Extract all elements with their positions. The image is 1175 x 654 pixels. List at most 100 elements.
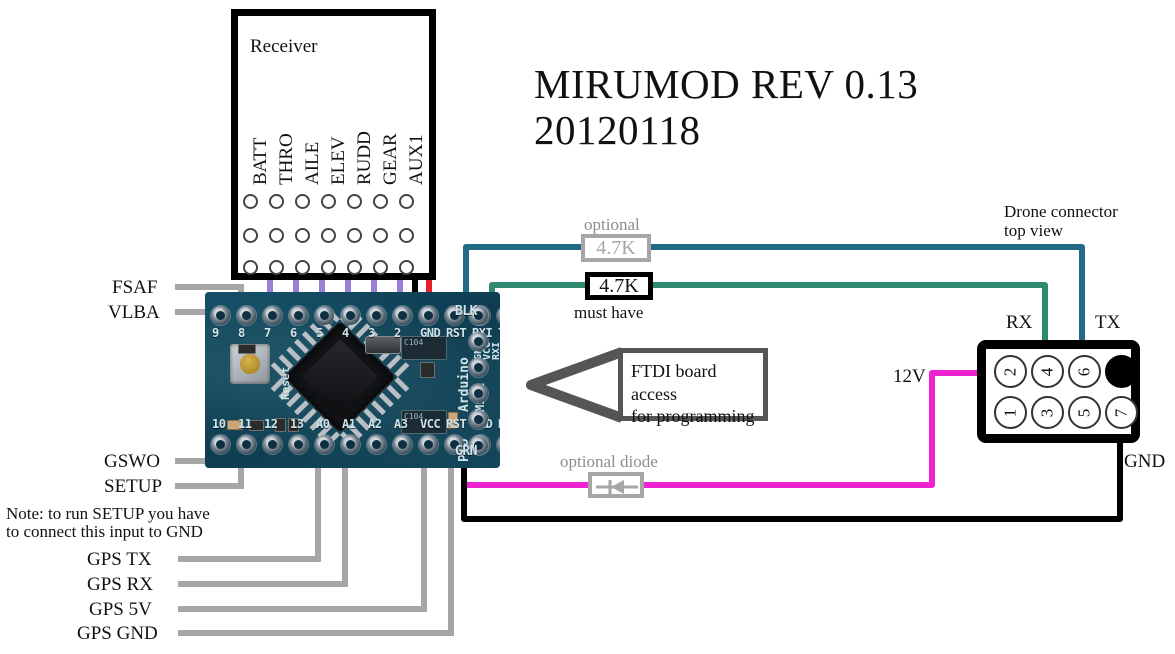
ftdi-header-pad[interactable] [469,332,488,351]
drone-pin-7[interactable]: 7 [1105,396,1138,429]
receiver-pin[interactable] [399,228,414,243]
receiver-pin[interactable] [295,260,310,275]
optional-resistor-value: 4.7K [596,236,636,259]
ftdi-callout-line2: for programming [631,406,755,426]
board-pad-bottom[interactable] [367,435,386,454]
board-pad-top[interactable] [289,306,308,325]
board-pad-bottom[interactable] [263,435,282,454]
page-title: MIRUMOD REV 0.13 [534,61,919,107]
board-pad-top[interactable] [263,306,282,325]
ftdi-header-pad[interactable] [469,384,488,403]
reset-silk-label: Reset [279,366,292,400]
receiver-pin[interactable] [373,260,388,275]
receiver-label: Receiver [250,36,318,57]
board-pad-bottom[interactable] [289,435,308,454]
receiver-channel-batt: BATT [250,137,271,186]
drone-pin-2[interactable]: 2 [994,355,1027,388]
board-pad-top[interactable] [315,306,334,325]
receiver-pin[interactable] [347,260,362,275]
ftdi-header-blk-label: BLK [455,304,477,319]
receiver-pin[interactable] [321,228,336,243]
receiver-pin[interactable] [347,228,362,243]
receiver-pin[interactable] [243,194,258,209]
board-pin-label-bottom: A0 [316,417,330,431]
receiver-channel-rudd: RUDD [354,131,375,185]
receiver-channel-aux1: AUX1 [406,134,427,185]
optional-diode [588,472,644,498]
smd-part [238,344,256,354]
board-pin-label-bottom: 10 [212,417,226,431]
receiver-pin[interactable] [295,194,310,209]
receiver-pin[interactable] [295,228,310,243]
board-pin-label-bottom: A2 [368,417,382,431]
drone-rx-label: RX [1006,312,1033,333]
drone-caption-line2: top view [1004,221,1064,240]
board-pad-bottom[interactable] [237,435,256,454]
label-gps-rx: GPS RX [87,574,153,595]
board-pin-label-top: 3 [368,326,375,340]
board-pin-label-top: 9 [212,326,219,340]
board-pad-bottom[interactable] [211,435,230,454]
board-pad-top[interactable] [393,306,412,325]
ftdi-callout-line1: FTDI board access [631,361,717,404]
board-pad-bottom[interactable] [341,435,360,454]
board-pad-top[interactable] [341,306,360,325]
optional-resistor-4k7: 4.7K [581,234,651,262]
board-pin-label-top: 6 [290,326,297,340]
receiver-pin[interactable] [373,194,388,209]
diode-symbol [596,480,638,494]
board-pad-top[interactable] [419,306,438,325]
drone-12v-label: 12V [893,366,926,387]
drone-pin-blank [1105,355,1138,388]
receiver-pin[interactable] [373,228,388,243]
label-fsaf: FSAF [112,277,158,298]
label-vlba: VLBA [108,302,160,323]
label-gps-5v: GPS 5V [89,599,152,620]
board-pad-top[interactable] [367,306,386,325]
board-pad-bottom[interactable] [315,435,334,454]
ftdi-header-pad[interactable] [469,410,488,429]
drone-pin-6[interactable]: 6 [1068,355,1101,388]
drone-pin-1[interactable]: 1 [994,396,1027,429]
receiver-pin[interactable] [269,194,284,209]
setup-note-line1: Note: to run SETUP you have [6,504,210,523]
optional-diode-caption: optional diode [560,452,658,471]
receiver-pin[interactable] [243,260,258,275]
board-pin-label-bottom: 11 [238,417,252,431]
must-have-resistor-4k7: 4.7K [585,272,653,300]
board-pin-label-bottom: A3 [394,417,408,431]
receiver-pin[interactable] [399,260,414,275]
receiver-pin[interactable] [321,260,336,275]
must-have-resistor-value: 4.7K [599,274,639,297]
must-have-resistor-caption: must have [574,303,644,322]
board-pad-bottom[interactable] [393,435,412,454]
smd-part [420,362,435,378]
drone-gnd-label: GND [1124,451,1166,472]
board-pad-bottom[interactable] [419,435,438,454]
label-gswo: GSWO [104,451,160,472]
board-pad-top[interactable] [211,306,230,325]
ftdi-callout-arrow [526,347,624,423]
board-pad-top[interactable] [237,306,256,325]
board-pin-label-top: 4 [342,326,349,340]
drone-pin-3[interactable]: 3 [1031,396,1064,429]
page-subtitle: 20120118 [534,107,701,153]
receiver-pin[interactable] [243,228,258,243]
ftdi-silk-rxi: RXI [491,341,500,360]
ftdi-header-pad[interactable] [469,358,488,377]
receiver-pin[interactable] [321,194,336,209]
receiver-pin[interactable] [347,194,362,209]
setup-note-line2: to connect this input to GND [6,522,203,541]
receiver-pin[interactable] [399,194,414,209]
board-pin-label-bottom: RAW [498,417,500,431]
receiver-channel-aile: AILE [302,141,323,185]
receiver-pin[interactable] [269,228,284,243]
drone-pin-4[interactable]: 4 [1031,355,1064,388]
board-pin-label-bottom: RST [446,417,467,431]
ftdi-callout-box: FTDI board access for programming [618,348,768,426]
receiver-pin[interactable] [269,260,284,275]
label-gps-tx: GPS TX [87,549,152,570]
label-setup: SETUP [104,476,163,497]
board-pin-label-top: GND [420,326,441,340]
drone-pin-5[interactable]: 5 [1068,396,1101,429]
